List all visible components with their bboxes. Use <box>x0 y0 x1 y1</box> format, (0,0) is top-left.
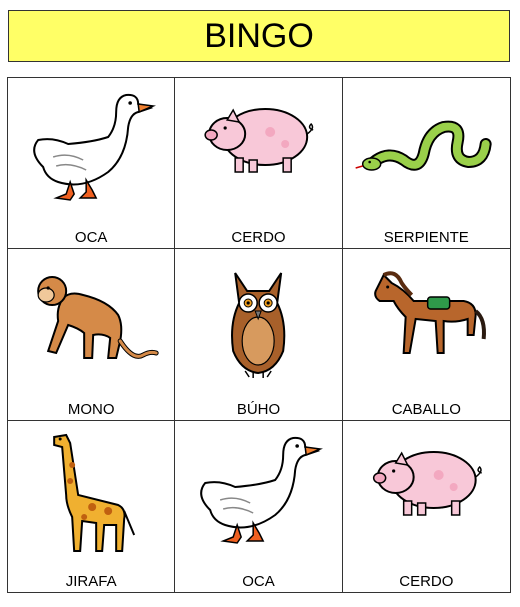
monkey-icon <box>8 253 174 393</box>
bingo-title-banner: BINGO <box>8 10 510 62</box>
bingo-cell-giraffe: JIRAFA <box>8 420 176 592</box>
goose-icon <box>175 425 341 565</box>
cell-label: OCA <box>242 572 275 590</box>
cell-label: BÚHO <box>236 400 281 418</box>
bingo-card-grid: OCA CERDO SERPIENTE MONO BÚHO CABALLO JI… <box>7 77 511 593</box>
bingo-cell-pig: CERDO <box>175 78 343 250</box>
bingo-cell-snake: SERPIENTE <box>342 78 510 250</box>
cell-label: CERDO <box>399 572 454 590</box>
bingo-cell-horse: CABALLO <box>342 249 510 421</box>
bingo-cell-owl: BÚHO <box>175 249 343 421</box>
snake-icon <box>343 82 510 222</box>
owl-icon <box>175 253 341 393</box>
cell-label: OCA <box>74 229 108 247</box>
bingo-cell-goose: OCA <box>8 78 176 250</box>
pig-icon <box>175 82 341 222</box>
pig-icon <box>343 425 510 565</box>
giraffe-icon <box>8 425 174 565</box>
cell-label: CERDO <box>231 229 286 247</box>
cell-label: JIRAFA <box>65 572 117 590</box>
bingo-cell-monkey: MONO <box>8 249 176 421</box>
cell-label: SERPIENTE <box>383 229 469 247</box>
goose-icon <box>8 82 174 222</box>
bingo-cell-pig: CERDO <box>343 421 510 592</box>
horse-icon <box>343 253 510 393</box>
cell-label: CABALLO <box>391 400 461 418</box>
cell-label: MONO <box>67 400 115 418</box>
bingo-cell-goose: OCA <box>175 420 343 592</box>
page-title: BINGO <box>204 16 314 55</box>
